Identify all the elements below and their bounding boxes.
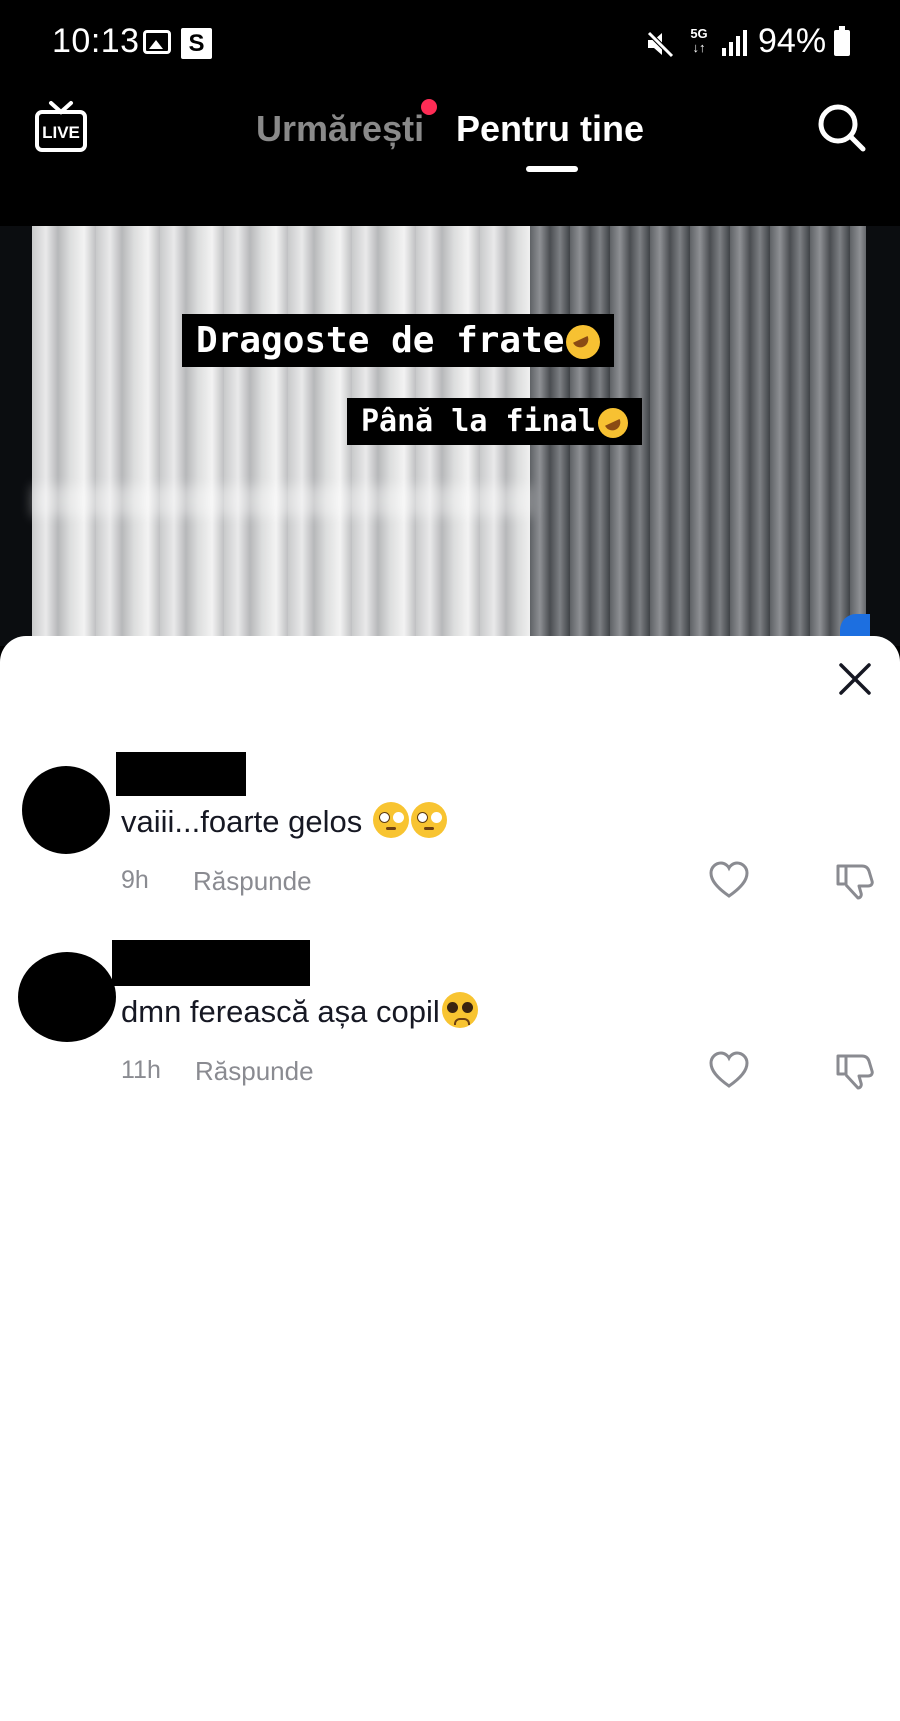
network-label: 5G bbox=[690, 26, 708, 41]
comment-time: 9h bbox=[121, 866, 149, 894]
top-nav: LIVE Urmărești Pentru tine bbox=[0, 86, 900, 226]
video-caption-text: Dragoste de frate bbox=[196, 320, 565, 361]
comment-text-content: dmn ferească așa copil bbox=[121, 994, 440, 1029]
video-caption-text: Până la final bbox=[361, 404, 596, 439]
data-arrows-icon: ↓↑ bbox=[692, 40, 706, 55]
username-redacted[interactable] bbox=[116, 752, 246, 796]
comment-text-content: vaiii...foarte gelos bbox=[121, 804, 371, 839]
video-caption: Până la final bbox=[347, 398, 642, 445]
network-type: 5G ↓↑ bbox=[688, 27, 710, 55]
active-tab-indicator bbox=[526, 166, 578, 172]
mute-icon bbox=[646, 30, 674, 58]
comment-item: dmn ferească așa copil 11h Răspunde bbox=[0, 940, 900, 1110]
video-caption: Dragoste de frate bbox=[182, 314, 615, 367]
close-icon[interactable] bbox=[836, 660, 874, 698]
heart-icon[interactable] bbox=[708, 1050, 750, 1090]
status-bar: 10:13 S 5G ↓↑ 94% bbox=[0, 0, 900, 86]
dislike-icon[interactable] bbox=[834, 860, 874, 900]
video-light bbox=[32, 486, 532, 516]
tab-following[interactable]: Urmărești bbox=[256, 108, 424, 150]
comments-sheet: vaiii...foarte gelos 9h Răspunde dmn fer… bbox=[0, 636, 900, 1721]
live-icon[interactable]: LIVE bbox=[34, 100, 88, 154]
rofl-emoji-icon bbox=[597, 407, 628, 438]
heart-icon[interactable] bbox=[708, 860, 750, 900]
status-time: 10:13 bbox=[52, 22, 140, 60]
tab-for-you[interactable]: Pentru tine bbox=[456, 108, 644, 150]
battery-icon bbox=[834, 26, 850, 56]
avatar[interactable] bbox=[22, 766, 110, 854]
flushed-emoji-icon bbox=[410, 802, 447, 838]
notification-dot bbox=[421, 99, 437, 115]
comment-text: vaiii...foarte gelos bbox=[121, 802, 447, 840]
rofl-emoji-icon bbox=[566, 325, 601, 359]
pleading-emoji-icon bbox=[441, 992, 478, 1028]
reply-button[interactable]: Răspunde bbox=[193, 866, 312, 897]
signal-icon bbox=[722, 30, 748, 56]
comment-item: vaiii...foarte gelos 9h Răspunde bbox=[0, 752, 900, 922]
comment-text: dmn ferească așa copil bbox=[121, 992, 478, 1030]
username-redacted[interactable] bbox=[112, 940, 310, 986]
gallery-icon bbox=[143, 30, 171, 54]
live-label: LIVE bbox=[42, 123, 80, 142]
comment-time: 11h bbox=[121, 1056, 161, 1084]
search-icon[interactable] bbox=[814, 100, 870, 156]
flushed-emoji-icon bbox=[372, 802, 409, 838]
battery-percent: 94% bbox=[758, 22, 827, 60]
video-player[interactable]: Dragoste de frate Până la final bbox=[0, 226, 900, 646]
notification-badge: S bbox=[181, 28, 212, 59]
reply-button[interactable]: Răspunde bbox=[195, 1056, 314, 1087]
avatar[interactable] bbox=[18, 952, 116, 1042]
dislike-icon[interactable] bbox=[834, 1050, 874, 1090]
